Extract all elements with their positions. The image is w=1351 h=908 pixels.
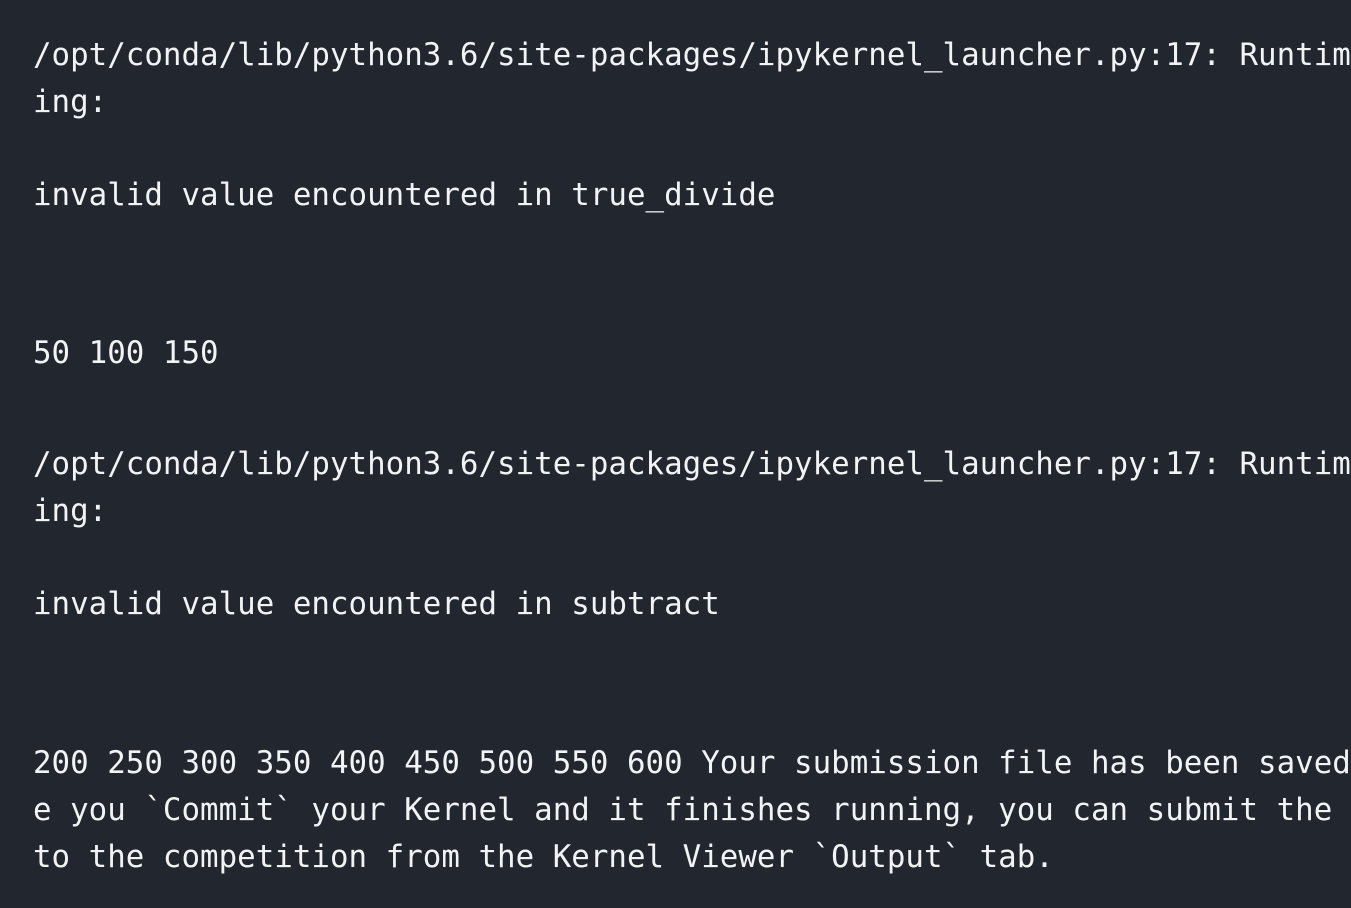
warning-message-true-divide: invalid value encountered in true_divide — [33, 177, 776, 213]
output-values-and-notice-line-1: 200 250 300 350 400 450 500 550 600 Your… — [33, 745, 1351, 781]
warning-message-subtract: invalid value encountered in subtract — [33, 586, 720, 622]
warning-header-line-2: ing: — [33, 84, 108, 120]
notebook-output-stream[interactable]: /opt/conda/lib/python3.6/site-packages/i… — [0, 0, 1351, 908]
warning-header-line-3: /opt/conda/lib/python3.6/site-packages/i… — [33, 446, 1351, 482]
output-notice-line-2: e you `Commit` your Kernel and it finish… — [33, 792, 1351, 828]
warning-header-line-4: ing: — [33, 493, 108, 529]
output-values-first: 50 100 150 — [33, 335, 219, 371]
output-notice-line-3: to the competition from the Kernel Viewe… — [33, 839, 1054, 875]
warning-header-line-1: /opt/conda/lib/python3.6/site-packages/i… — [33, 37, 1351, 73]
